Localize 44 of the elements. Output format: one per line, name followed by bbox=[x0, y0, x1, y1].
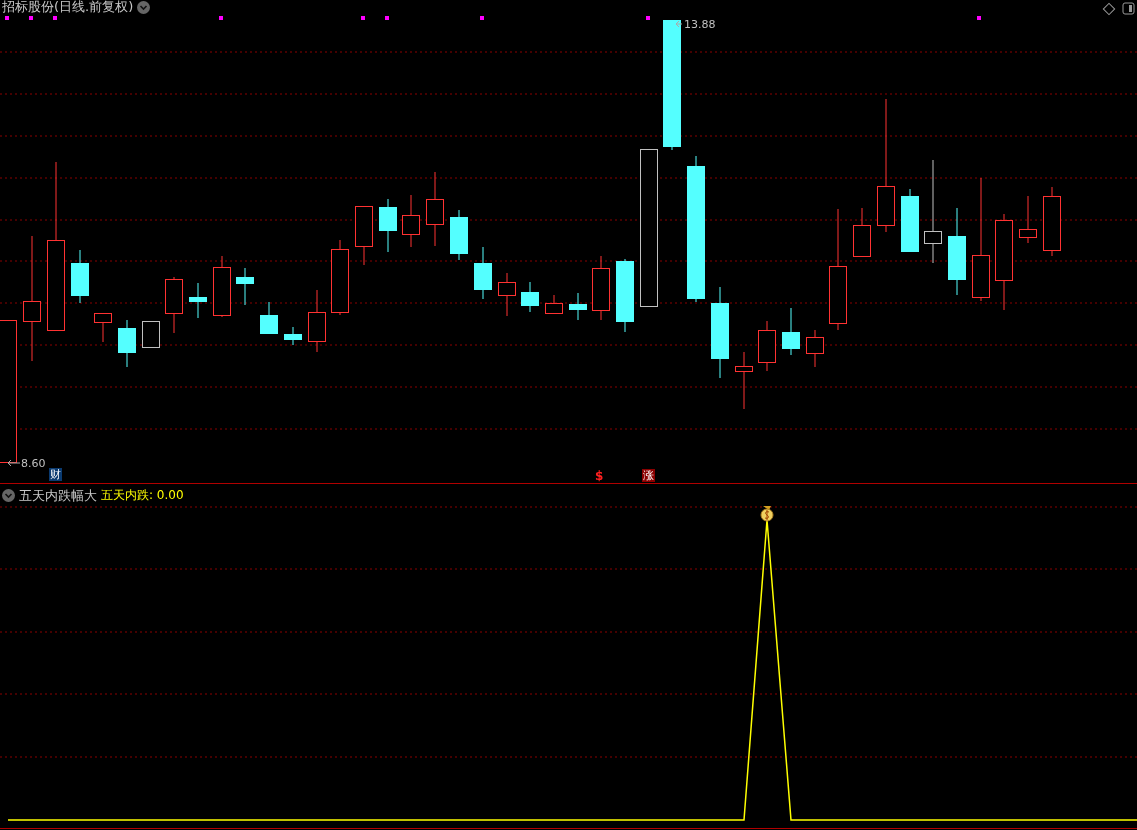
high-price-label: 13.88 bbox=[684, 18, 716, 31]
candle bbox=[308, 289, 326, 353]
candle bbox=[758, 320, 776, 372]
candle bbox=[853, 207, 871, 257]
candle bbox=[213, 255, 231, 318]
low-price-label: 8.60 bbox=[21, 457, 46, 470]
candle bbox=[569, 292, 587, 321]
event-marker: 涨 bbox=[642, 469, 655, 482]
arrow-icon bbox=[675, 20, 683, 28]
indicator-name: 五天内跌幅大 bbox=[19, 488, 97, 503]
candle bbox=[592, 255, 610, 321]
indicator-value: 五天内跌: 0.00 bbox=[101, 487, 184, 504]
candle bbox=[1019, 195, 1037, 244]
candle bbox=[236, 267, 254, 306]
candle bbox=[521, 281, 539, 313]
candle bbox=[498, 272, 516, 317]
candle bbox=[782, 307, 800, 356]
candle bbox=[355, 205, 373, 266]
candle bbox=[474, 246, 492, 300]
candle bbox=[165, 276, 183, 334]
event-marker: 财 bbox=[49, 468, 62, 481]
candle bbox=[1043, 186, 1061, 257]
candle bbox=[284, 326, 302, 346]
arrow-icon bbox=[7, 459, 21, 467]
candle bbox=[118, 319, 136, 368]
candle bbox=[806, 329, 824, 368]
candle bbox=[189, 282, 207, 319]
candle bbox=[545, 294, 563, 314]
candle bbox=[94, 312, 112, 343]
dollar-marker: $ bbox=[595, 470, 604, 483]
chevron-down-icon[interactable] bbox=[2, 489, 15, 502]
candle bbox=[735, 351, 753, 410]
diamond-icon[interactable] bbox=[1102, 2, 1116, 16]
money-bag-icon bbox=[760, 506, 774, 522]
candle bbox=[142, 320, 160, 348]
candle bbox=[450, 209, 468, 261]
candle bbox=[402, 194, 420, 248]
candle bbox=[379, 198, 397, 253]
panel-toggle-icon[interactable] bbox=[1122, 2, 1135, 15]
candle bbox=[901, 188, 919, 253]
chevron-down-icon[interactable] bbox=[137, 0, 151, 14]
chart-title: 招标股份(日线.前复权) bbox=[2, 0, 134, 14]
candle bbox=[71, 249, 89, 304]
candle bbox=[260, 301, 278, 334]
